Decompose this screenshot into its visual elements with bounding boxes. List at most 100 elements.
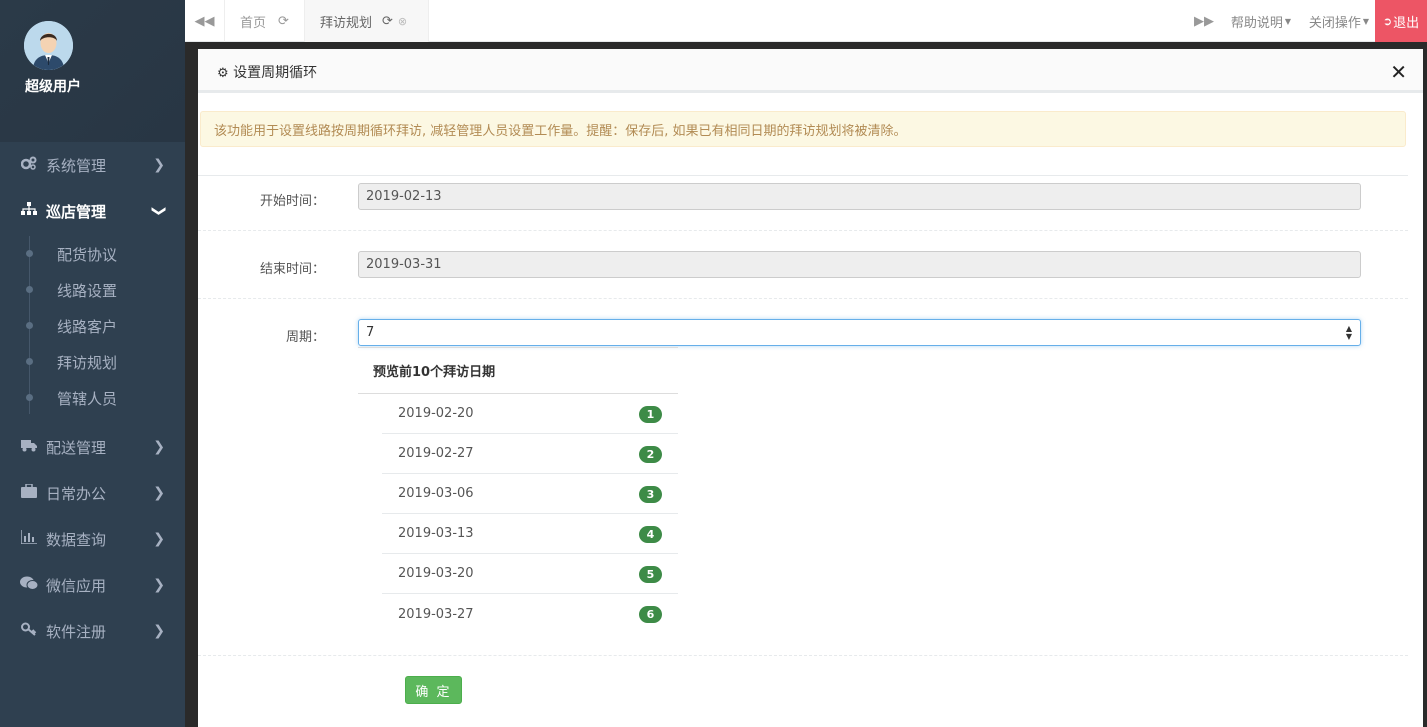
modal-header: ⚙ 设置周期循环 ✕: [198, 49, 1423, 93]
sidebar-item-system[interactable]: 系统管理 ❯: [0, 142, 185, 188]
tab-home[interactable]: 首页 ⟳: [225, 0, 305, 42]
sidebar-item-label: 数据查询: [46, 530, 107, 549]
list-item: 2019-02-27 2: [382, 434, 678, 474]
sidebar-item-label: 软件注册: [46, 622, 107, 641]
tab-visit-plan[interactable]: 拜访规划 ⟳ ⊗: [305, 0, 429, 42]
sidebar-item-software-registration[interactable]: 软件注册 ❯: [0, 608, 185, 654]
divider: [198, 175, 1408, 176]
refresh-icon[interactable]: ⟳: [382, 14, 393, 29]
preview-date: 2019-03-20: [398, 566, 474, 581]
number-spinner-icon[interactable]: ▲ ▼: [1346, 325, 1352, 341]
chevron-down-icon: ❯: [151, 205, 168, 217]
list-item: 2019-03-20 5: [382, 554, 678, 594]
chevron-right-icon: ❯: [153, 439, 165, 455]
double-right-arrow-icon: ▶▶: [1194, 13, 1214, 29]
count-badge: 4: [639, 526, 662, 543]
bar-chart-icon: [20, 530, 38, 548]
sidebar-item-label: 日常办公: [46, 484, 107, 503]
sidebar-item-wechat[interactable]: 微信应用 ❯: [0, 562, 185, 608]
submenu-item-visit-plan[interactable]: 拜访规划: [0, 344, 185, 380]
help-label: 帮助说明: [1230, 15, 1283, 31]
divider: [198, 298, 1408, 299]
submenu-item-label: 管辖人员: [57, 389, 118, 408]
preview-title: 预览前10个拜访日期: [358, 347, 678, 394]
list-item: 2019-03-06 3: [382, 474, 678, 514]
tab-label: 首页: [240, 15, 267, 31]
avatar[interactable]: [24, 21, 73, 70]
count-badge: 3: [639, 486, 662, 503]
refresh-icon[interactable]: ⟳: [278, 14, 289, 29]
sidebar: 超级用户 系统管理 ❯ 巡店管理 ❯ 配货协议 线路设置 线路客户 拜访规划 管…: [0, 0, 185, 727]
sidebar-item-data-query[interactable]: 数据查询 ❯: [0, 516, 185, 562]
submenu-item-route-settings[interactable]: 线路设置: [0, 272, 185, 308]
period-number-input[interactable]: 7 ▲ ▼: [358, 319, 1361, 346]
preview-date: 2019-03-27: [398, 606, 474, 622]
chevron-right-icon: ❯: [153, 577, 165, 593]
close-ops-label: 关闭操作: [1308, 15, 1361, 31]
close-ops-dropdown[interactable]: 关闭操作 ▼: [1303, 0, 1375, 42]
preview-list: 预览前10个拜访日期 2019-02-20 1 2019-02-27 2 2019-…: [358, 347, 678, 634]
sidebar-item-label: 巡店管理: [46, 202, 107, 221]
cog-icon: ⚙: [217, 66, 229, 81]
preview-date: 2019-03-06: [398, 486, 474, 501]
end-time-field[interactable]: 2019-03-31: [358, 251, 1361, 278]
caret-down-icon: ▼: [1284, 16, 1292, 26]
truck-icon: [20, 439, 38, 456]
sidebar-item-store-inspection[interactable]: 巡店管理 ❯: [0, 188, 185, 234]
scroll-tabs-right-button[interactable]: ▶▶: [1187, 0, 1221, 42]
divider: [198, 230, 1408, 231]
confirm-button[interactable]: 确 定: [405, 676, 462, 704]
submenu-item-label: 线路客户: [57, 317, 118, 336]
submenu-item-distribution-agreement[interactable]: 配货协议: [0, 236, 185, 272]
submenu-item-label: 拜访规划: [57, 353, 118, 372]
preview-date: 2019-02-20: [398, 406, 474, 421]
chevron-right-icon: ❯: [153, 485, 165, 501]
chevron-right-icon: ❯: [153, 623, 165, 639]
submenu-item-label: 配货协议: [57, 245, 118, 264]
start-time-label: 开始时间：: [259, 194, 325, 209]
chevron-right-icon: ❯: [153, 531, 165, 547]
sidebar-item-daily-office[interactable]: 日常办公 ❯: [0, 470, 185, 516]
list-item: 2019-03-13 4: [382, 514, 678, 554]
logout-button[interactable]: ➲ 退出: [1375, 0, 1427, 42]
count-badge: 6: [639, 606, 662, 623]
start-time-field[interactable]: 2019-02-13: [358, 183, 1361, 210]
sidebar-item-label: 微信应用: [46, 576, 107, 595]
close-tab-icon[interactable]: ⊗: [398, 15, 407, 28]
briefcase-icon: [20, 483, 38, 502]
submenu-item-staff[interactable]: 管辖人员: [0, 380, 185, 416]
double-left-arrow-icon: ◀◀: [194, 13, 215, 29]
tab-bar: ◀◀ 首页 ⟳ 拜访规划 ⟳ ⊗ ▶▶ 帮助说明 ▼ 关闭操作 ▼ ➲ 退出: [185, 0, 1427, 42]
sidebar-item-label: 配送管理: [46, 438, 107, 457]
key-icon: [20, 622, 38, 640]
username[interactable]: 超级用户: [25, 76, 81, 96]
submenu-item-route-customers[interactable]: 线路客户: [0, 308, 185, 344]
gears-icon: [20, 156, 38, 174]
end-time-label: 结束时间：: [259, 262, 325, 277]
preview-date: 2019-03-13: [398, 526, 474, 541]
sidebar-item-label: 系统管理: [46, 156, 107, 175]
list-item: 2019-03-27 6: [382, 594, 678, 634]
help-dropdown[interactable]: 帮助说明 ▼: [1225, 0, 1297, 42]
period-label: 周期：: [285, 330, 325, 345]
scroll-tabs-left-button[interactable]: ◀◀: [185, 0, 225, 42]
divider: [198, 655, 1408, 656]
count-badge: 1: [639, 406, 662, 423]
count-badge: 5: [639, 566, 662, 583]
profile-panel: 超级用户: [0, 0, 185, 142]
preview-date: 2019-02-27: [398, 446, 474, 461]
submenu-item-label: 线路设置: [57, 281, 118, 300]
sidebar-item-delivery[interactable]: 配送管理 ❯: [0, 424, 185, 470]
warning-alert: 该功能用于设置线路按周期循环拜访, 减轻管理人员设置工作量。提醒：保存后, 如果…: [200, 111, 1406, 147]
sitemap-icon: [20, 202, 38, 220]
chevron-right-icon: ❯: [153, 157, 165, 173]
modal-title-text: 设置周期循环: [233, 65, 318, 81]
close-icon[interactable]: ✕: [1390, 60, 1407, 84]
tab-label: 拜访规划: [320, 15, 373, 31]
wechat-icon: [20, 576, 39, 594]
period-value: 7: [366, 325, 375, 340]
period-cycle-modal: ⚙ 设置周期循环 ✕ 该功能用于设置线路按周期循环拜访, 减轻管理人员设置工作量…: [198, 49, 1423, 727]
sign-out-icon: ➲: [1382, 14, 1393, 28]
caret-down-icon: ▼: [1362, 16, 1370, 26]
count-badge: 2: [639, 446, 662, 463]
